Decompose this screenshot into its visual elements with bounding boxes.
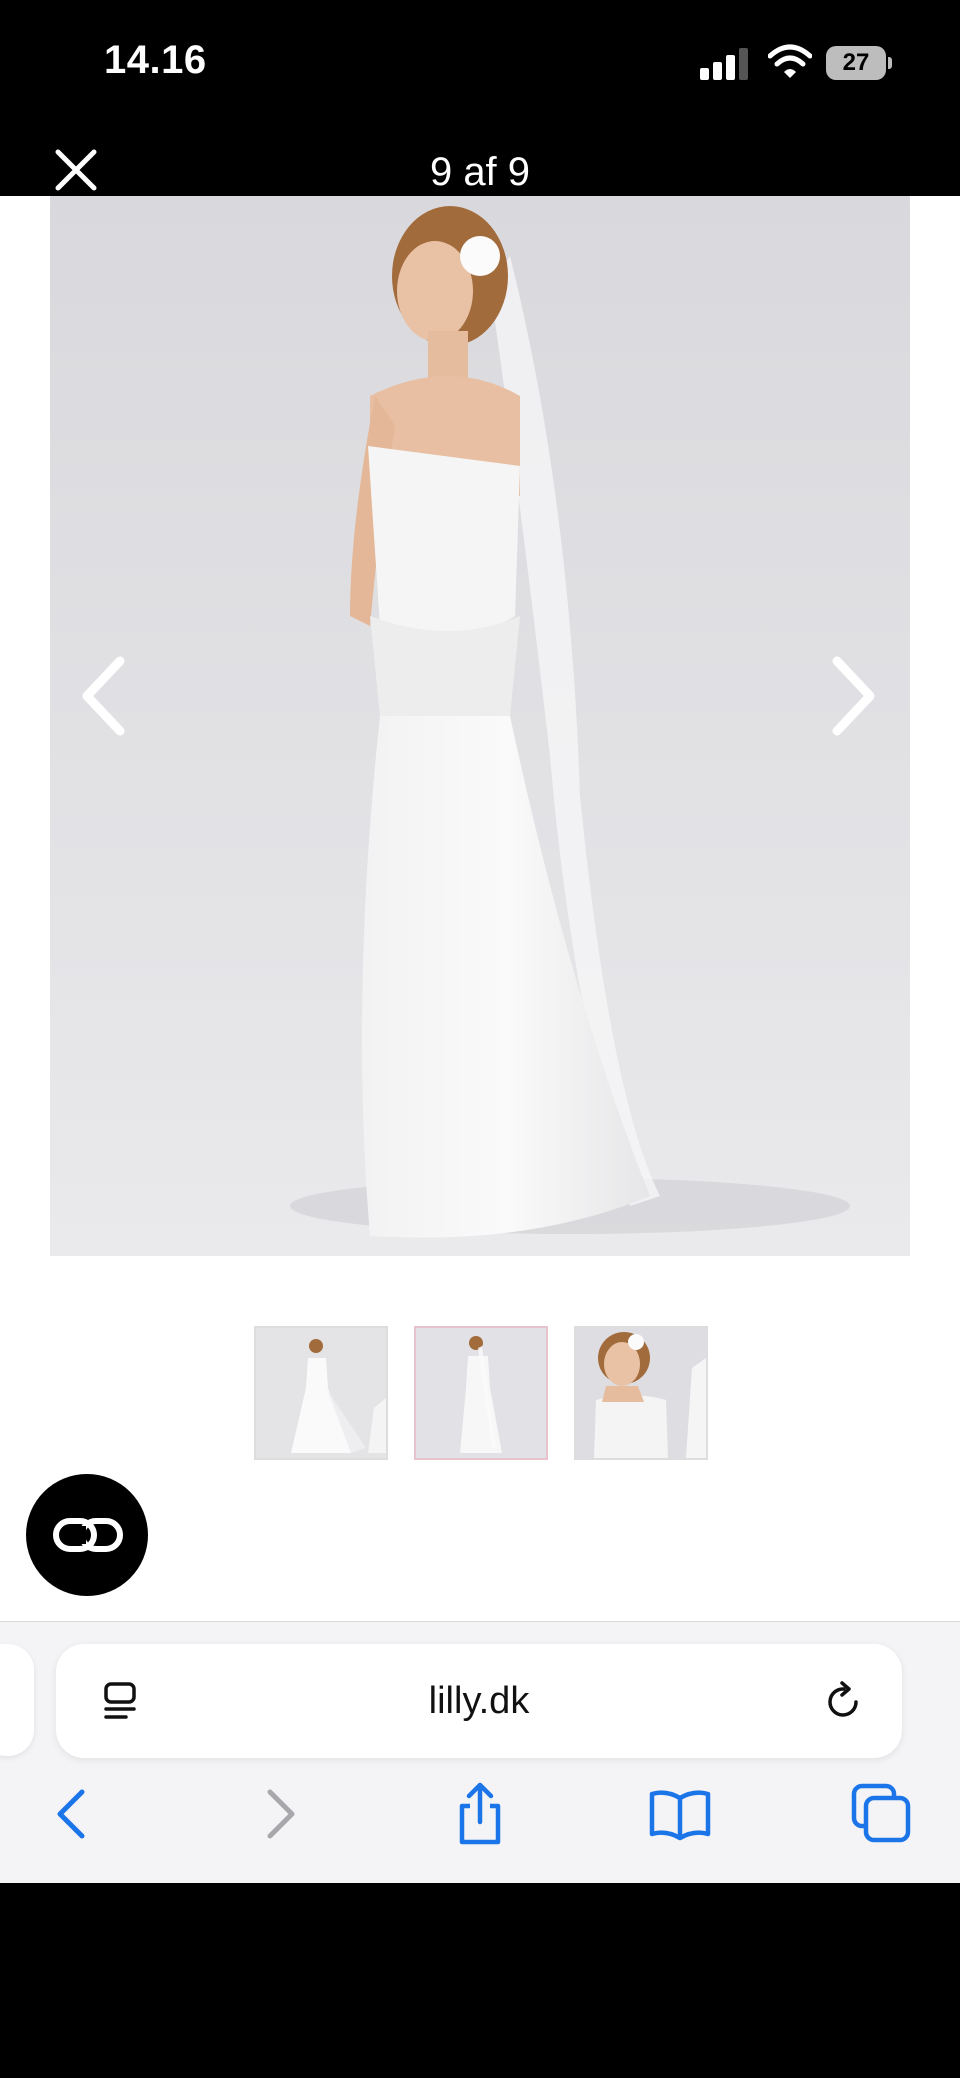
thumbnail-strip (254, 1326, 708, 1460)
bookmarks-icon[interactable] (648, 1782, 712, 1846)
link-icon (53, 1518, 123, 1552)
browser-bar: lilly.dk (0, 1621, 960, 1884)
status-bar: 14.16 27 (0, 0, 960, 130)
status-time: 14.16 (104, 38, 207, 82)
product-image (50, 196, 910, 1256)
thumbnail-3[interactable] (574, 1326, 708, 1460)
battery-level: 27 (842, 49, 870, 76)
chevron-right-icon[interactable] (822, 651, 882, 741)
previous-tab-card[interactable] (0, 1644, 34, 1756)
floating-chat-button[interactable] (26, 1474, 148, 1596)
battery-indicator: 27 (826, 46, 892, 80)
thumbnail-2[interactable] (414, 1326, 548, 1460)
image-counter: 9 af 9 (429, 150, 531, 194)
home-indicator-area (0, 1883, 960, 2078)
chevron-left-icon[interactable] (75, 651, 135, 741)
back-icon[interactable] (42, 1782, 106, 1846)
thumbnail-1[interactable] (254, 1326, 388, 1460)
product-page (0, 196, 960, 1621)
wifi-icon (768, 44, 812, 78)
address-bar[interactable]: lilly.dk (56, 1644, 902, 1758)
forward-icon[interactable] (248, 1782, 312, 1846)
share-icon[interactable] (448, 1782, 512, 1846)
reload-icon[interactable] (822, 1680, 866, 1724)
url-text: lilly.dk (428, 1680, 530, 1722)
signal-icon (700, 48, 748, 80)
tabs-icon[interactable] (850, 1782, 914, 1846)
